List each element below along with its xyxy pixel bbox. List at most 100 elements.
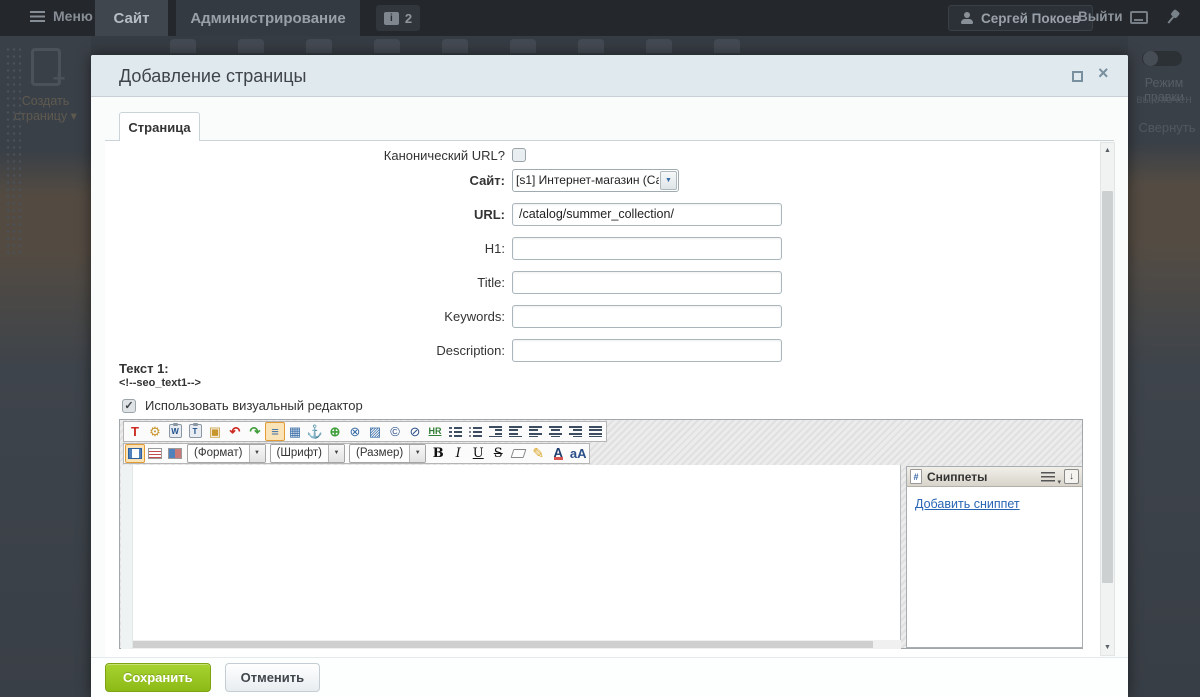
outdent-button[interactable] xyxy=(485,422,505,441)
toolbar-group-1: T⚙WT▣↶↷≡▦⚓⊕⊗▨©⊘HR xyxy=(123,421,607,442)
insert-image-button[interactable]: ▨ xyxy=(365,422,385,441)
snippets-menu-icon[interactable] xyxy=(1041,472,1055,482)
snippets-dock-icon[interactable]: ↓ xyxy=(1064,469,1079,484)
notifications-button[interactable]: i 2 xyxy=(376,5,420,31)
h1-input[interactable] xyxy=(512,237,782,260)
desktop-icon[interactable] xyxy=(1130,11,1148,24)
editor-horizontal-scrollbar[interactable] xyxy=(133,640,901,649)
typograph-button[interactable]: T xyxy=(125,422,145,441)
align-center-button[interactable] xyxy=(545,422,565,441)
justify-button[interactable] xyxy=(585,422,605,441)
site-row: Сайт: [s1] Интернет-магазин (Сайт ▼ xyxy=(105,168,679,192)
keywords-input[interactable] xyxy=(512,305,782,328)
font-select[interactable]: (Шрифт)▼ xyxy=(270,444,346,463)
create-page-icon xyxy=(31,48,61,86)
scroll-up-icon[interactable]: ▲ xyxy=(1101,143,1114,158)
align-left-icon xyxy=(529,426,542,437)
canonical-url-checkbox[interactable] xyxy=(512,148,526,162)
save-button[interactable]: Сохранить xyxy=(105,663,211,692)
paste-from-word-button[interactable]: W xyxy=(165,422,185,441)
site-select[interactable]: [s1] Интернет-магазин (Сайт ▼ xyxy=(512,169,679,192)
close-icon[interactable]: × xyxy=(1098,63,1109,84)
title-input[interactable] xyxy=(512,271,782,294)
edit-mode-state: выключен xyxy=(1128,92,1200,106)
ordered-list-button[interactable] xyxy=(445,422,465,441)
tab-administration[interactable]: Администрирование xyxy=(176,0,360,36)
strikethrough-button[interactable]: S xyxy=(488,444,508,463)
cancel-button[interactable]: Отменить xyxy=(225,663,321,692)
dropdown-arrow-icon[interactable]: ▼ xyxy=(328,445,344,462)
tab-page[interactable]: Страница xyxy=(119,112,200,141)
eraser-button[interactable] xyxy=(508,444,528,463)
editor-hscroll-thumb[interactable] xyxy=(133,641,873,648)
insert-flash-button[interactable]: ⊘ xyxy=(405,422,425,441)
visual-editor-checkbox[interactable]: ✓ xyxy=(122,399,136,413)
scrollbar-thumb[interactable] xyxy=(1102,191,1113,583)
scroll-down-icon[interactable]: ▼ xyxy=(1101,640,1114,655)
insert-link-button[interactable]: ⊕ xyxy=(325,422,345,441)
horizontal-rule-icon: HR xyxy=(429,427,442,436)
dropdown-arrow-icon[interactable]: ▼ xyxy=(409,445,425,462)
text-color-button[interactable]: A xyxy=(548,444,568,463)
unordered-list-button[interactable] xyxy=(465,422,485,441)
text1-marker: <!--seo_text1--> xyxy=(119,377,201,389)
bold-button[interactable]: B xyxy=(428,444,448,463)
insert-component-button[interactable]: ▣ xyxy=(205,422,225,441)
user-name: Сергей Покоев xyxy=(981,11,1080,26)
collapse-button[interactable]: Свернуть xyxy=(1134,120,1200,135)
insert-image-icon: ▨ xyxy=(369,425,381,438)
dialog-header[interactable]: Добавление страницы × xyxy=(91,55,1128,97)
indent-button[interactable] xyxy=(505,422,525,441)
remove-link-button[interactable]: ⊗ xyxy=(345,422,365,441)
align-left-button[interactable] xyxy=(525,422,545,441)
chevron-down-icon[interactable]: ▼ xyxy=(660,171,677,190)
anchor-icon: ⚓ xyxy=(307,425,323,438)
undo-button[interactable]: ↶ xyxy=(225,422,245,441)
paste-as-text-button[interactable]: T xyxy=(185,422,205,441)
font-style-button[interactable]: aA xyxy=(568,444,588,463)
eraser-icon xyxy=(510,449,526,458)
main-menu-button[interactable]: Меню xyxy=(30,8,93,24)
editor-content-area[interactable] xyxy=(121,465,901,649)
anchor-button[interactable]: ⚓ xyxy=(305,422,325,441)
h1-row: H1: xyxy=(105,236,782,260)
horizontal-rule-button[interactable]: HR xyxy=(425,422,445,441)
format-select[interactable]: (Формат)▼ xyxy=(187,444,266,463)
view-code-button[interactable] xyxy=(145,444,165,463)
format-brush-button[interactable]: ✎ xyxy=(528,444,548,463)
dropdown-arrow-icon[interactable]: ▼ xyxy=(249,445,265,462)
align-right-button[interactable] xyxy=(565,422,585,441)
logout-button[interactable]: Выйти xyxy=(1078,9,1123,24)
snippets-title: Сниппеты xyxy=(927,470,1036,484)
edit-mode-toggle[interactable] xyxy=(1142,51,1182,66)
ordered-list-icon xyxy=(449,426,462,437)
url-row: URL: xyxy=(105,202,782,226)
tab-site[interactable]: Сайт xyxy=(95,0,168,36)
align-right-icon xyxy=(569,426,582,437)
site-label: Сайт: xyxy=(105,173,505,188)
redo-button[interactable]: ↷ xyxy=(245,422,265,441)
user-menu-button[interactable]: Сергей Покоев xyxy=(948,5,1093,31)
add-snippet-link[interactable]: Добавить сниппет xyxy=(915,497,1020,511)
form-scrollbar[interactable]: ▲ ▼ xyxy=(1100,142,1115,656)
insert-spacer-button[interactable]: ≡ xyxy=(265,422,285,441)
settings-button[interactable]: ⚙ xyxy=(145,422,165,441)
underline-button[interactable]: U xyxy=(468,444,488,463)
url-input[interactable] xyxy=(512,203,782,226)
title-label: Title: xyxy=(105,275,505,290)
insert-table-button[interactable]: ▦ xyxy=(285,422,305,441)
size-select[interactable]: (Размер)▼ xyxy=(349,444,426,463)
title-row: Title: xyxy=(105,270,782,294)
outdent-icon xyxy=(489,426,502,437)
view-visual-button[interactable] xyxy=(125,444,145,463)
maximize-icon[interactable] xyxy=(1072,71,1083,82)
text1-label: Текст 1: xyxy=(119,361,169,376)
italic-button[interactable]: I xyxy=(448,444,468,463)
description-input[interactable] xyxy=(512,339,782,362)
view-split-button[interactable] xyxy=(165,444,185,463)
hamburger-icon xyxy=(30,11,45,22)
view-visual-icon xyxy=(128,448,142,459)
pin-icon[interactable] xyxy=(1161,6,1184,29)
redo-icon: ↷ xyxy=(250,425,261,438)
copyright-button[interactable]: © xyxy=(385,422,405,441)
